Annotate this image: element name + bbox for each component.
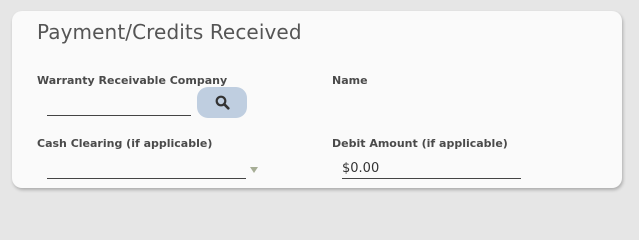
payment-credits-card: Payment/Credits Received Warranty Receiv… <box>12 11 622 188</box>
caret-down-icon[interactable] <box>250 167 258 173</box>
cash-clearing-label: Cash Clearing (if applicable) <box>37 137 213 150</box>
warranty-company-input[interactable] <box>47 97 191 116</box>
search-icon <box>215 95 230 110</box>
cash-clearing-underline <box>47 161 246 179</box>
warranty-company-search-button[interactable] <box>197 87 247 118</box>
section-title: Payment/Credits Received <box>37 20 302 44</box>
cash-clearing-select[interactable] <box>47 161 260 179</box>
debit-amount-label: Debit Amount (if applicable) <box>332 137 508 150</box>
debit-amount-input[interactable] <box>342 158 521 179</box>
name-label: Name <box>332 74 368 87</box>
warranty-company-label: Warranty Receivable Company <box>37 74 228 87</box>
